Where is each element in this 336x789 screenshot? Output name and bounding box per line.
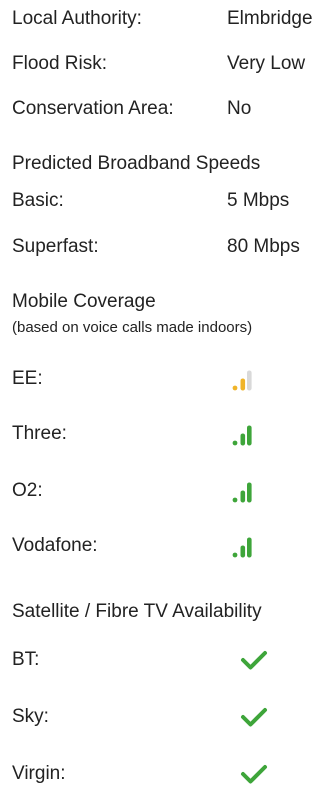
flood-risk-label: Flood Risk: xyxy=(12,53,108,74)
signal-dot xyxy=(232,497,238,503)
signal-strength-icon xyxy=(232,370,252,391)
mobile-coverage-subtitle: (based on voice calls made indoors) xyxy=(12,319,253,336)
network-label-three: Three: xyxy=(12,423,67,444)
property-info-panel: Local Authority: Elmbridge Flood Risk: V… xyxy=(0,0,336,788)
tv-availability-heading: Satellite / Fibre TV Availability xyxy=(12,601,262,622)
network-row-three: Three: xyxy=(12,419,336,449)
network-row-vodafone: Vodafone: xyxy=(12,531,336,561)
broadband-basic-value: 5 Mbps xyxy=(227,190,290,211)
tv-label-virgin: Virgin: xyxy=(12,763,66,784)
tv-row-virgin: Virgin: xyxy=(12,759,336,789)
signal-bar xyxy=(247,370,252,391)
broadband-basic-row: Basic: 5 Mbps xyxy=(12,186,336,216)
signal-bar xyxy=(240,378,246,391)
network-label-o2: O2: xyxy=(12,480,43,501)
checkmark-icon xyxy=(241,651,267,670)
mobile-coverage-heading: Mobile Coverage xyxy=(12,291,156,312)
signal-bar xyxy=(247,425,252,446)
checkmark-icon xyxy=(241,708,267,727)
signal-dot xyxy=(232,385,238,391)
network-label-ee: EE: xyxy=(12,368,43,389)
checkmark-path xyxy=(241,708,267,727)
broadband-superfast-row: Superfast: 80 Mbps xyxy=(12,232,336,262)
checkmark-path xyxy=(241,651,267,670)
local-authority-label: Local Authority: xyxy=(12,8,142,29)
conservation-area-row: Conservation Area: No xyxy=(12,94,336,124)
signal-strength-icon xyxy=(232,537,252,558)
flood-risk-row: Flood Risk: Very Low xyxy=(12,49,336,79)
tv-label-bt: BT: xyxy=(12,649,40,670)
broadband-superfast-label: Superfast: xyxy=(12,236,99,257)
signal-bar xyxy=(240,545,246,558)
signal-strength-icon xyxy=(232,482,252,503)
flood-risk-value: Very Low xyxy=(227,53,306,74)
local-authority-value: Elmbridge xyxy=(227,8,313,29)
broadband-basic-label: Basic: xyxy=(12,190,64,211)
local-authority-row: Local Authority: Elmbridge xyxy=(12,4,336,34)
network-label-vodafone: Vodafone: xyxy=(12,535,98,556)
conservation-area-value: No xyxy=(227,98,252,119)
tv-row-bt: BT: xyxy=(12,645,336,675)
tv-label-sky: Sky: xyxy=(12,706,49,727)
conservation-area-label: Conservation Area: xyxy=(12,98,174,119)
broadband-heading: Predicted Broadband Speeds xyxy=(12,153,261,174)
signal-strength-icon xyxy=(232,425,252,446)
tv-row-sky: Sky: xyxy=(12,702,336,732)
network-row-o2: O2: xyxy=(12,476,336,506)
signal-bar xyxy=(247,537,252,558)
signal-bar xyxy=(247,482,252,503)
signal-bar xyxy=(240,490,246,503)
broadband-superfast-value: 80 Mbps xyxy=(227,236,300,257)
signal-dot xyxy=(232,552,238,558)
signal-bar xyxy=(240,433,246,446)
checkmark-path xyxy=(241,765,267,784)
network-row-ee: EE: xyxy=(12,364,336,394)
checkmark-icon xyxy=(241,765,267,784)
signal-dot xyxy=(232,440,238,446)
